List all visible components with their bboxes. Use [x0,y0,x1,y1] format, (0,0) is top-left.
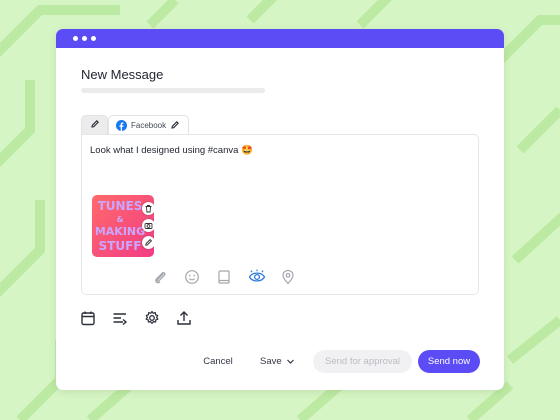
delete-image-button[interactable] [142,202,154,215]
image-text-line: TUNES [98,199,143,213]
tab-facebook-label: Facebook [131,121,167,130]
emoji-icon[interactable] [184,269,200,285]
send-for-approval-button[interactable]: Send for approval [313,350,412,373]
replace-image-button[interactable] [142,219,154,232]
cancel-button[interactable]: Cancel [192,350,244,373]
message-text[interactable]: Look what I designed using #canva 🤩 [90,145,253,156]
dialog-title: New Message [81,67,164,82]
tab-facebook[interactable]: Facebook [108,115,189,134]
send-now-button[interactable]: Send now [418,350,480,373]
chevron-down-icon [287,359,294,364]
save-dropdown-button[interactable]: Save [252,350,300,373]
pencil-icon[interactable] [170,120,180,130]
window-dot-icon [82,36,87,41]
window-dot-icon [73,36,78,41]
tab-general-edit[interactable] [81,115,108,134]
trash-icon [145,205,152,213]
image-text-line: STUFF [99,239,142,253]
attached-image[interactable]: TUNES & MAKING STUFF [92,195,154,257]
window-titlebar [56,29,504,48]
location-pin-icon[interactable] [280,269,296,285]
title-placeholder-bar [81,88,265,93]
calendar-icon[interactable] [80,310,96,326]
canva-eye-icon[interactable] [248,269,266,285]
edit-image-button[interactable] [142,236,154,249]
gear-icon[interactable] [144,310,160,326]
paperclip-icon[interactable] [152,269,168,285]
camera-icon [144,223,153,229]
pencil-icon [145,238,153,246]
new-message-dialog: New Message Facebook Look what I designe… [56,29,504,390]
upload-icon[interactable] [176,310,192,326]
image-text-line: & [117,215,124,224]
window-dot-icon [91,36,96,41]
pencil-icon [91,120,99,128]
save-label: Save [260,356,282,367]
message-editor[interactable]: Look what I designed using #canva 🤩 TUNE… [81,134,479,295]
facebook-icon [116,120,127,131]
queue-options-icon[interactable] [112,310,128,326]
content-library-icon[interactable] [216,269,232,285]
image-text-line: MAKING [95,225,145,238]
